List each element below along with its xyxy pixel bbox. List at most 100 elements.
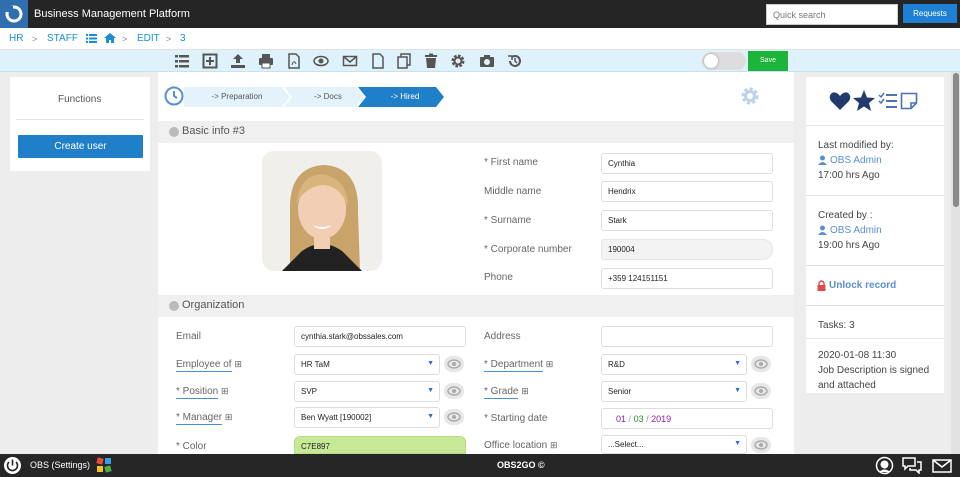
breadcrumb-separator: > — [166, 34, 172, 44]
app-title: Business Management Platform — [34, 8, 190, 20]
history-icon[interactable] — [507, 53, 523, 69]
organization-section-header[interactable]: Organization — [158, 295, 794, 317]
save-button[interactable]: Save — [748, 51, 788, 71]
grade-select[interactable]: Senior ▼ — [601, 381, 747, 402]
camera-icon[interactable] — [479, 53, 495, 69]
email-label: Email — [176, 331, 202, 342]
surname-label: * Surname — [484, 215, 532, 226]
phone-field[interactable]: +359 124151151 — [601, 268, 773, 289]
collapse-icon[interactable] — [169, 127, 179, 137]
divider — [16, 119, 144, 120]
preview-eye-icon[interactable] — [313, 53, 329, 69]
visibility-eye-icon[interactable] — [751, 356, 771, 372]
functions-title: Functions — [58, 94, 102, 105]
section-title: Basic info #3 — [182, 125, 245, 137]
breadcrumb-separator: > — [122, 34, 128, 44]
office-location-select[interactable]: ...Select... ▼ — [601, 435, 747, 454]
breadcrumb-hr[interactable]: HR — [9, 33, 23, 44]
pdf-icon[interactable] — [286, 53, 302, 69]
add-icon[interactable] — [202, 53, 218, 69]
mode-toggle[interactable] — [702, 52, 746, 70]
visibility-eye-icon[interactable] — [444, 383, 464, 399]
workflow-settings-gear-icon[interactable] — [740, 86, 760, 106]
address-label: Address — [484, 331, 521, 342]
task-text[interactable]: and attached — [818, 380, 876, 391]
scrollbar-thumb[interactable] — [953, 73, 959, 207]
divider — [806, 305, 944, 306]
unlock-record-link[interactable]: Unlock record — [829, 280, 896, 291]
address-field[interactable] — [601, 326, 773, 347]
manager-label: * Manager ⊞ — [176, 412, 233, 425]
tasks-count: Tasks: 3 — [818, 320, 855, 331]
basic-info-section-header[interactable]: Basic info #3 — [158, 121, 794, 143]
visibility-eye-icon[interactable] — [751, 437, 771, 453]
workflow-step-docs[interactable]: -> Docs — [292, 87, 364, 107]
footer-brand: OBS2GO © — [497, 460, 545, 470]
star-icon[interactable] — [853, 90, 875, 111]
last-modified-label: Last modified by: — [818, 140, 894, 151]
email-field[interactable]: cynthia.stark@obssales.com — [294, 326, 466, 347]
position-select[interactable]: SVP ▼ — [294, 381, 440, 402]
email-icon[interactable] — [342, 53, 358, 69]
color-picker-field[interactable]: C7E897 — [294, 436, 466, 454]
employee-of-label: Employee of ⊞ — [176, 359, 242, 372]
breadcrumb-separator: > — [32, 34, 38, 44]
starting-date-label: * Starting date — [484, 413, 548, 424]
obs-settings-link[interactable]: OBS (Settings) — [30, 460, 90, 470]
document-icon[interactable] — [370, 53, 386, 69]
list-icon[interactable] — [86, 34, 97, 43]
user-icon — [818, 155, 827, 165]
mail-icon[interactable] — [932, 459, 952, 473]
office-location-label: Office location ⊞ — [484, 440, 558, 451]
print-icon[interactable] — [258, 53, 274, 69]
note-icon[interactable] — [900, 92, 918, 110]
department-select[interactable]: R&D ▼ — [601, 354, 747, 375]
divider — [806, 338, 944, 339]
chat-icon[interactable] — [902, 457, 922, 474]
visibility-eye-icon[interactable] — [444, 356, 464, 372]
manager-select[interactable]: Ben Wyatt [190002] ▼ — [294, 407, 440, 428]
bottom-bar — [0, 454, 960, 477]
copy-icon[interactable] — [396, 53, 412, 69]
workflow-step-preparation[interactable]: -> Preparation — [184, 87, 290, 107]
support-agent-icon[interactable] — [875, 456, 894, 475]
collapse-icon[interactable] — [169, 301, 179, 311]
starting-date-field[interactable]: 01 / 03 / 2019 — [601, 408, 773, 429]
task-time: 2020-01-08 11:30 — [818, 350, 897, 361]
breadcrumb-edit[interactable]: EDIT — [137, 33, 160, 44]
trash-icon[interactable] — [423, 53, 439, 69]
clock-icon — [164, 86, 184, 106]
create-user-button[interactable]: Create user — [18, 135, 143, 158]
visibility-eye-icon[interactable] — [444, 409, 464, 425]
position-label: * Position ⊞ — [176, 386, 229, 399]
checklist-icon[interactable] — [878, 92, 898, 110]
first-name-field[interactable]: Cynthia — [601, 153, 773, 174]
breadcrumb-staff[interactable]: STAFF — [47, 33, 78, 44]
quick-search-input[interactable]: Quick search — [766, 4, 898, 25]
corporate-number-label: * Corporate number — [484, 244, 572, 255]
upload-icon[interactable] — [230, 53, 246, 69]
power-icon[interactable] — [3, 456, 22, 475]
task-text[interactable]: Job Description is signed — [818, 365, 929, 376]
phone-label: Phone — [484, 272, 513, 283]
breadcrumb-id[interactable]: 3 — [180, 33, 186, 44]
visibility-eye-icon[interactable] — [751, 383, 771, 399]
corporate-number-field[interactable]: 190004 — [601, 239, 773, 260]
requests-button[interactable]: Requests — [903, 4, 957, 23]
middle-name-field[interactable]: Hendrix — [601, 181, 773, 202]
workflow-step-hired[interactable]: -> Hired — [366, 87, 444, 107]
color-label: * Color — [176, 441, 207, 452]
home-icon[interactable] — [104, 33, 116, 43]
apps-icon[interactable] — [96, 457, 112, 473]
last-modified-user-link[interactable]: OBS Admin — [830, 155, 882, 166]
surname-field[interactable]: Stark — [601, 210, 773, 231]
created-by-user-link[interactable]: OBS Admin — [830, 225, 882, 236]
list-icon[interactable] — [174, 53, 190, 69]
employee-of-select[interactable]: HR TaM ▼ — [294, 354, 440, 375]
heart-icon[interactable] — [829, 91, 851, 111]
first-name-label: * First name — [484, 157, 538, 168]
grade-label: * Grade ⊞ — [484, 386, 529, 399]
settings-gear-icon[interactable] — [450, 53, 466, 69]
section-title: Organization — [182, 299, 245, 311]
app-logo[interactable] — [0, 0, 28, 28]
